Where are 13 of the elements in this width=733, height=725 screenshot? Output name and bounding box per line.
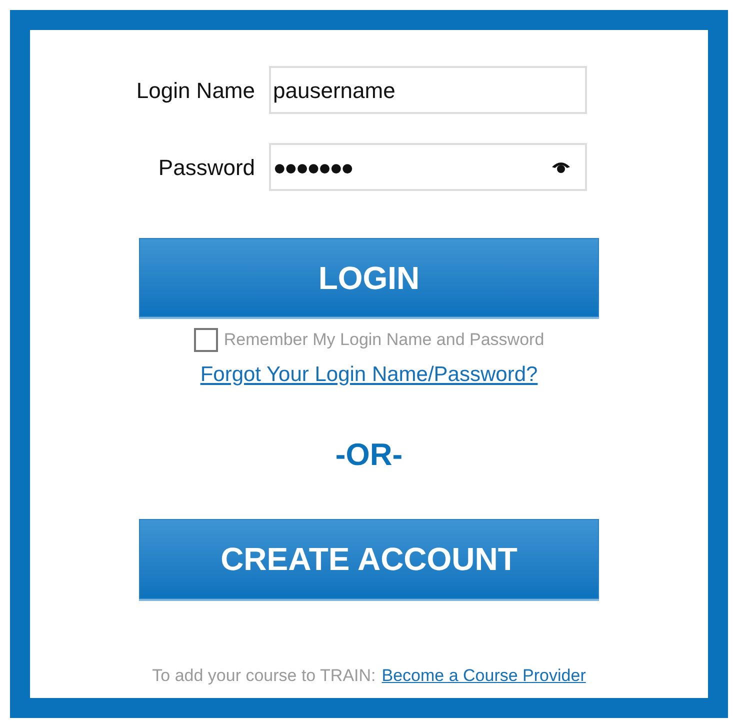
field-label: Login Name — [135, 76, 256, 105]
remember-label: Remember My Login Name and Password — [224, 329, 544, 351]
eye-icon[interactable] — [551, 160, 571, 174]
footer-text: To add your course to TRAIN: — [152, 664, 376, 686]
forgot-password-link[interactable]: Forgot Your Login Name/Password? — [200, 358, 538, 390]
login-name-field[interactable]: pausername — [269, 66, 587, 114]
field-label: Password — [157, 154, 256, 182]
login-button[interactable]: LOGIN — [139, 238, 599, 317]
remember-checkbox[interactable] — [194, 328, 218, 352]
or-separator: -OR- — [335, 436, 403, 474]
password-field[interactable]: ●●●●●●● — [269, 143, 587, 191]
create-account-button[interactable]: CREATE ACCOUNT — [139, 518, 599, 598]
become-provider-link[interactable]: Become a Course Provider — [382, 662, 586, 688]
